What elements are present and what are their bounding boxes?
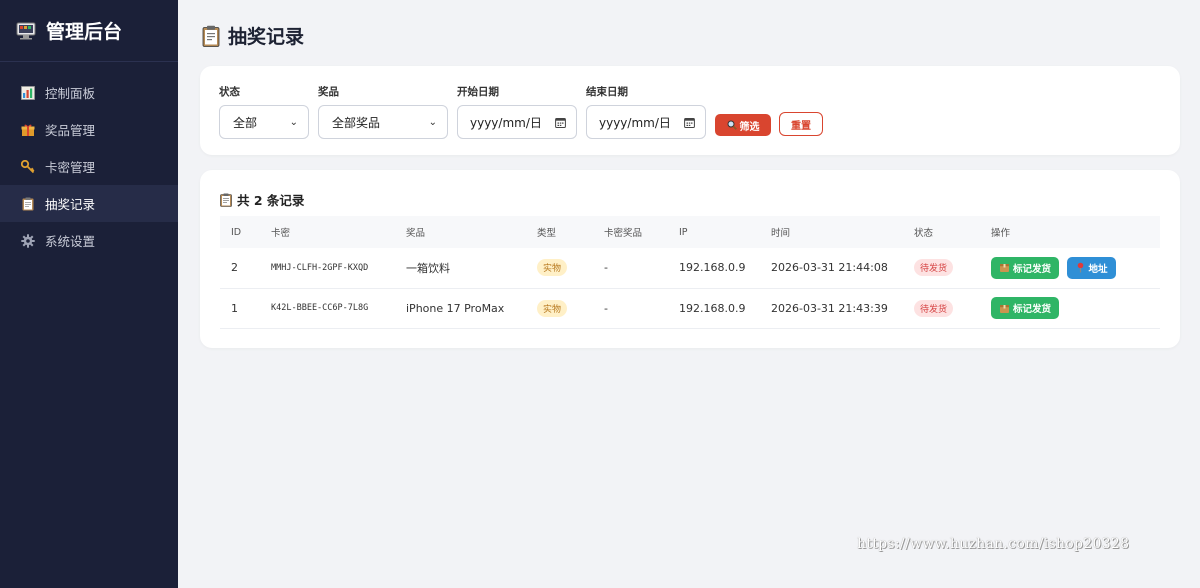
package-icon <box>1000 304 1009 313</box>
cell-type: 实物 <box>537 288 604 328</box>
status-filter-group: 状态 全部 ⌄ <box>219 84 309 139</box>
brand-title: 管理后台 <box>46 21 123 43</box>
pin-icon <box>1077 262 1083 273</box>
prize-filter-label: 奖品 <box>318 86 339 98</box>
gear-icon <box>20 233 35 248</box>
clipboard-icon <box>202 25 220 47</box>
type-badge: 实物 <box>537 299 568 317</box>
sidebar-item-prizes[interactable]: 奖品管理 <box>0 111 178 148</box>
table-header-row: ID 卡密 奖品 类型 卡密奖品 IP 时间 状态 操作 <box>220 216 1160 248</box>
col-card-prize: 卡密奖品 <box>604 228 643 239</box>
cell-id: 2 <box>231 261 238 275</box>
chevron-down-icon: ⌄ <box>428 116 437 128</box>
sidebar-nav: 控制面板 奖品管理 卡密管理 抽奖记录 系统设置 <box>0 74 178 259</box>
clipboard-icon <box>20 196 35 211</box>
filter-panel: 状态 全部 ⌄ 奖品 全部奖品 ⌄ 开始日期 yyyy/mm/日 结束日期 yy… <box>200 66 1180 155</box>
table-row: 1 K42L-BBEE-CC6P-7L8G iPhone 17 ProMax 实… <box>220 288 1160 328</box>
cell-card-prize: - <box>604 301 608 315</box>
monitor-icon <box>16 22 36 39</box>
status-badge: 待发货 <box>914 259 954 277</box>
end-date-label: 结束日期 <box>586 86 628 98</box>
mark-shipped-button[interactable]: 标记发货 <box>991 256 1060 279</box>
gift-icon <box>20 122 35 137</box>
cell-type: 实物 <box>537 248 604 288</box>
chevron-down-icon: ⌄ <box>289 116 298 128</box>
sidebar-item-label: 系统设置 <box>45 234 96 249</box>
col-card: 卡密 <box>271 228 291 239</box>
status-select[interactable]: 全部 ⌄ <box>219 105 309 139</box>
package-icon <box>1000 264 1009 273</box>
record-count: 共 2 条记录 <box>220 190 304 209</box>
col-id: ID <box>231 226 242 238</box>
page-title: 抽奖记录 <box>202 22 304 49</box>
col-prize: 奖品 <box>406 228 426 239</box>
status-badge: 待发货 <box>914 299 954 317</box>
cell-id: 1 <box>231 301 238 315</box>
record-count-text: 共 2 条记录 <box>237 193 305 208</box>
cell-time: 2026-03-31 21:44:08 <box>771 261 888 275</box>
main-content: 抽奖记录 状态 全部 ⌄ 奖品 全部奖品 ⌄ 开始日期 yyyy/mm/日 结束 <box>178 0 1200 588</box>
col-time: 时间 <box>771 228 791 239</box>
cell-prize: 一箱饮料 <box>406 261 450 275</box>
col-status: 状态 <box>914 228 934 239</box>
brand: 管理后台 <box>0 0 178 62</box>
calendar-icon[interactable] <box>555 117 566 128</box>
page-title-text: 抽奖记录 <box>228 26 305 48</box>
col-ip: IP <box>679 226 688 238</box>
cell-status: 待发货 <box>914 248 991 288</box>
end-date-group: 结束日期 yyyy/mm/日 <box>586 84 706 139</box>
filter-button[interactable]: 筛选 <box>715 114 771 136</box>
start-date-input[interactable]: yyyy/mm/日 <box>457 105 577 139</box>
col-actions: 操作 <box>991 228 1011 239</box>
cell-ip: 192.168.0.9 <box>679 261 746 275</box>
start-date-label: 开始日期 <box>457 86 499 98</box>
type-badge: 实物 <box>537 259 568 277</box>
clipboard-icon <box>220 193 232 207</box>
reset-button[interactable]: 重置 <box>779 112 823 136</box>
sidebar-item-label: 卡密管理 <box>45 160 96 175</box>
sidebar-item-label: 奖品管理 <box>45 123 96 138</box>
end-date-placeholder: yyyy/mm/日 <box>599 115 671 130</box>
cell-time: 2026-03-31 21:43:39 <box>771 301 888 315</box>
calendar-icon[interactable] <box>684 117 695 128</box>
start-date-group: 开始日期 yyyy/mm/日 <box>457 84 577 139</box>
address-button[interactable]: 地址 <box>1066 256 1116 279</box>
sidebar-item-settings[interactable]: 系统设置 <box>0 222 178 259</box>
prize-filter-group: 奖品 全部奖品 ⌄ <box>318 84 448 139</box>
cell-actions: 标记发货 地址 <box>991 248 1160 288</box>
search-icon <box>727 120 737 130</box>
prize-select-value: 全部奖品 <box>332 115 381 130</box>
sidebar-item-label: 抽奖记录 <box>45 197 96 212</box>
sidebar-item-records[interactable]: 抽奖记录 <box>0 185 178 222</box>
end-date-input[interactable]: yyyy/mm/日 <box>586 105 706 139</box>
status-select-value: 全部 <box>233 115 258 130</box>
cell-prize: iPhone 17 ProMax <box>406 301 505 315</box>
cell-card-prize: - <box>604 261 608 275</box>
sidebar: 管理后台 控制面板 奖品管理 卡密管理 抽奖记录 系统设置 <box>0 0 178 588</box>
cell-card: K42L-BBEE-CC6P-7L8G <box>271 303 369 313</box>
bar-chart-icon <box>20 85 35 100</box>
prize-select[interactable]: 全部奖品 ⌄ <box>318 105 448 139</box>
filter-button-label: 筛选 <box>739 121 760 133</box>
mark-shipped-label: 标记发货 <box>1013 304 1052 315</box>
sidebar-item-cards[interactable]: 卡密管理 <box>0 148 178 185</box>
cell-status: 待发货 <box>914 288 991 328</box>
cell-actions: 标记发货 <box>991 288 1160 328</box>
mark-shipped-label: 标记发货 <box>1013 263 1052 275</box>
sidebar-item-label: 控制面板 <box>45 86 96 101</box>
cell-ip: 192.168.0.9 <box>679 301 746 315</box>
key-icon <box>20 159 35 174</box>
reset-button-label: 重置 <box>791 120 811 132</box>
start-date-placeholder: yyyy/mm/日 <box>470 115 542 130</box>
watermark: https://www.huzhan.com/ishop20328 <box>857 536 1130 552</box>
mark-shipped-button[interactable]: 标记发货 <box>991 297 1060 319</box>
col-type: 类型 <box>537 228 557 239</box>
address-label: 地址 <box>1088 263 1108 275</box>
records-table: ID 卡密 奖品 类型 卡密奖品 IP 时间 状态 操作 2 MMHJ-CLFH… <box>220 216 1160 329</box>
cell-card: MMHJ-CLFH-2GPF-KXQD <box>271 262 369 273</box>
status-filter-label: 状态 <box>219 86 240 98</box>
table-row: 2 MMHJ-CLFH-2GPF-KXQD 一箱饮料 实物 - 192.168.… <box>220 248 1160 288</box>
sidebar-item-dashboard[interactable]: 控制面板 <box>0 74 178 111</box>
records-panel: 共 2 条记录 ID 卡密 奖品 类型 卡密奖品 IP 时间 状态 操作 2 M… <box>200 170 1180 348</box>
